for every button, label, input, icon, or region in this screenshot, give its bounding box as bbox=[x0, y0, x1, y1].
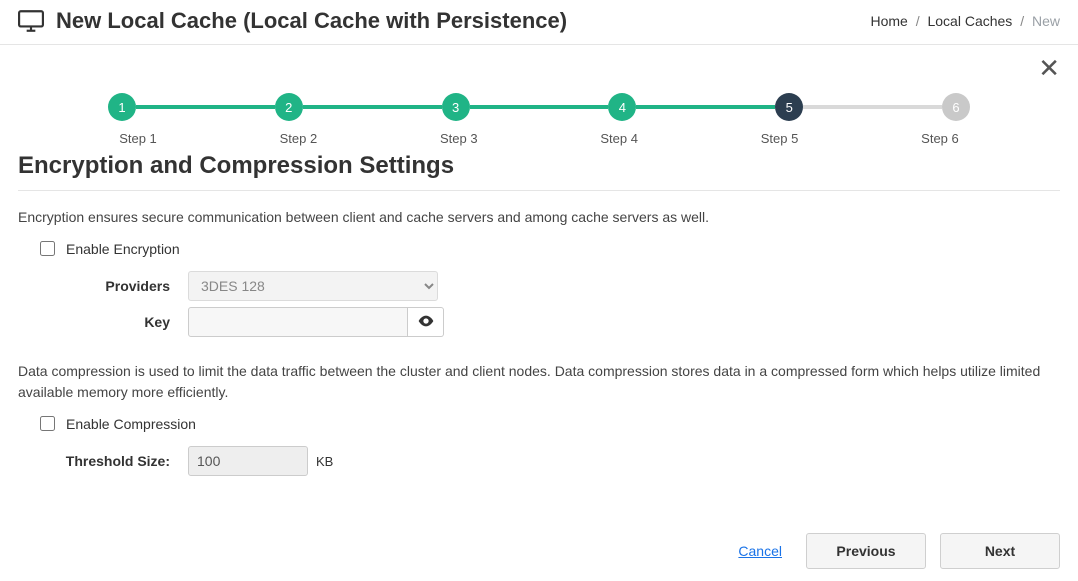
close-icon[interactable]: ✕ bbox=[1038, 55, 1060, 81]
encryption-description: Encryption ensures secure communication … bbox=[18, 207, 1060, 228]
section-title: Encryption and Compression Settings bbox=[18, 152, 1060, 180]
step-bar-5-6 bbox=[803, 105, 942, 109]
threshold-label: Threshold Size: bbox=[18, 453, 188, 469]
enable-compression-checkbox[interactable] bbox=[40, 416, 55, 431]
step-bar-1-2 bbox=[136, 105, 275, 109]
breadcrumb-local-caches[interactable]: Local Caches bbox=[927, 13, 1012, 29]
step-dot-2[interactable]: 2 bbox=[275, 93, 303, 121]
providers-select[interactable]: 3DES 128 bbox=[188, 271, 438, 301]
enable-encryption-label: Enable Encryption bbox=[66, 241, 180, 257]
enable-encryption-row[interactable]: Enable Encryption bbox=[36, 238, 1060, 259]
step-label-1: Step 1 bbox=[108, 131, 168, 146]
step-dot-4[interactable]: 4 bbox=[608, 93, 636, 121]
page-title: New Local Cache (Local Cache with Persis… bbox=[56, 8, 567, 34]
threshold-input[interactable] bbox=[188, 446, 308, 476]
breadcrumb: Home / Local Caches / New bbox=[870, 13, 1060, 29]
step-bar-2-3 bbox=[303, 105, 442, 109]
step-dot-3[interactable]: 3 bbox=[442, 93, 470, 121]
reveal-key-button[interactable] bbox=[408, 307, 444, 337]
step-label-4: Step 4 bbox=[589, 131, 649, 146]
providers-label: Providers bbox=[18, 278, 188, 294]
cancel-button[interactable]: Cancel bbox=[738, 543, 782, 559]
monitor-icon bbox=[18, 10, 44, 32]
enable-encryption-checkbox[interactable] bbox=[40, 241, 55, 256]
step-dot-1[interactable]: 1 bbox=[108, 93, 136, 121]
step-label-2: Step 2 bbox=[268, 131, 328, 146]
enable-compression-row[interactable]: Enable Compression bbox=[36, 413, 1060, 434]
step-bar-3-4 bbox=[470, 105, 609, 109]
key-label: Key bbox=[18, 314, 188, 330]
key-input[interactable] bbox=[188, 307, 408, 337]
previous-button[interactable]: Previous bbox=[806, 533, 926, 569]
threshold-unit: KB bbox=[316, 454, 333, 469]
stepper: 1 2 3 4 5 6 Step 1 Step 2 Step 3 Step 4 … bbox=[108, 93, 970, 146]
wizard-footer: Cancel Previous Next bbox=[0, 523, 1078, 581]
breadcrumb-current: New bbox=[1032, 13, 1060, 29]
step-label-6: Step 6 bbox=[910, 131, 970, 146]
step-label-3: Step 3 bbox=[429, 131, 489, 146]
divider bbox=[18, 190, 1060, 191]
next-button[interactable]: Next bbox=[940, 533, 1060, 569]
breadcrumb-home[interactable]: Home bbox=[870, 13, 907, 29]
enable-compression-label: Enable Compression bbox=[66, 416, 196, 432]
step-bar-4-5 bbox=[636, 105, 775, 109]
page-header: New Local Cache (Local Cache with Persis… bbox=[0, 0, 1078, 45]
step-dot-5[interactable]: 5 bbox=[775, 93, 803, 121]
step-label-5: Step 5 bbox=[750, 131, 810, 146]
compression-description: Data compression is used to limit the da… bbox=[18, 361, 1060, 403]
eye-icon bbox=[418, 314, 434, 330]
step-dot-6[interactable]: 6 bbox=[942, 93, 970, 121]
